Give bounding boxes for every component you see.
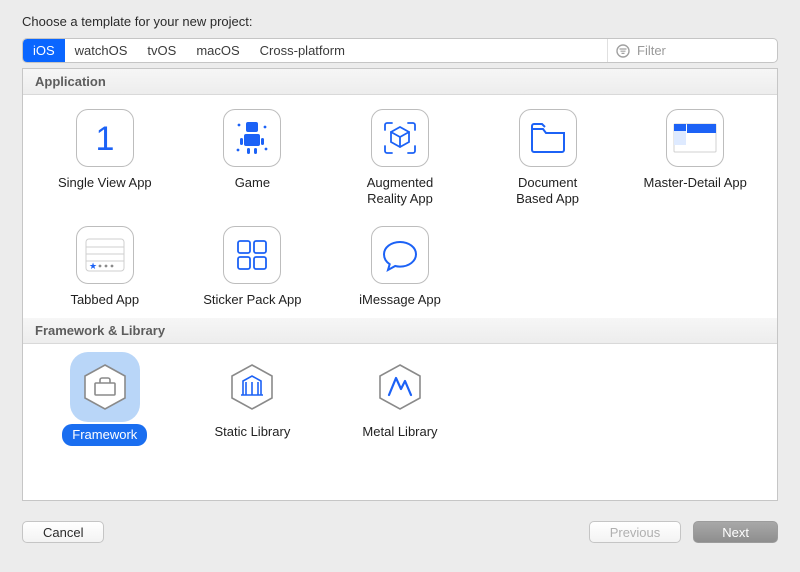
template-master-detail[interactable]: Master-Detail App — [621, 109, 769, 208]
template-ar-app[interactable]: Augmented Reality App — [326, 109, 474, 208]
template-framework[interactable]: Framework — [31, 358, 179, 446]
metal-library-icon — [371, 358, 429, 416]
template-label: Tabbed App — [70, 292, 139, 308]
template-label: Metal Library — [362, 424, 437, 440]
section-grid-framework: Framework Static Libr — [23, 344, 777, 456]
filter-icon — [616, 44, 630, 58]
section-header-framework: Framework & Library — [23, 318, 777, 344]
dialog-prompt: Choose a template for your new project: — [22, 14, 778, 29]
template-game[interactable]: Game — [179, 109, 327, 208]
tab-ios[interactable]: iOS — [23, 39, 65, 62]
dialog-footer: Cancel Previous Next — [0, 501, 800, 543]
section-grid-application: 1 Single View App — [23, 95, 777, 318]
tab-tvos[interactable]: tvOS — [137, 39, 186, 62]
template-sticker-pack[interactable]: Sticker Pack App — [179, 226, 327, 308]
previous-button: Previous — [589, 521, 682, 543]
document-icon — [519, 109, 577, 167]
tabbed-icon: ★ — [76, 226, 134, 284]
sticker-icon — [223, 226, 281, 284]
static-library-icon — [223, 358, 281, 416]
game-icon — [223, 109, 281, 167]
template-label: Game — [235, 175, 270, 191]
template-label: Augmented Reality App — [367, 175, 434, 208]
framework-icon — [76, 358, 134, 416]
template-label: Document Based App — [516, 175, 579, 208]
template-label: Single View App — [58, 175, 152, 191]
template-label: Framework — [62, 424, 147, 446]
template-metal-library[interactable]: Metal Library — [326, 358, 474, 446]
template-label: iMessage App — [359, 292, 441, 308]
template-panel: Application 1 Single View App — [22, 68, 778, 501]
template-tabbed-app[interactable]: ★ Tabbed App — [31, 226, 179, 308]
master-detail-icon — [666, 109, 724, 167]
template-imessage-app[interactable]: iMessage App — [326, 226, 474, 308]
section-header-application: Application — [23, 69, 777, 95]
platform-tabs: iOS watchOS tvOS macOS Cross-platform — [23, 39, 607, 62]
svg-text:★: ★ — [89, 261, 97, 271]
svg-text:1: 1 — [95, 120, 114, 158]
imessage-icon — [371, 226, 429, 284]
single-view-icon: 1 — [76, 109, 134, 167]
tab-crossplatform[interactable]: Cross-platform — [250, 39, 355, 62]
next-button[interactable]: Next — [693, 521, 778, 543]
template-label: Static Library — [214, 424, 290, 440]
template-label: Master-Detail App — [644, 175, 747, 191]
filter-input[interactable] — [635, 42, 755, 59]
template-static-library[interactable]: Static Library — [179, 358, 327, 446]
tab-watchos[interactable]: watchOS — [65, 39, 138, 62]
template-document-app[interactable]: Document Based App — [474, 109, 622, 208]
arkit-icon — [371, 109, 429, 167]
tab-macos[interactable]: macOS — [186, 39, 249, 62]
template-label: Sticker Pack App — [203, 292, 301, 308]
filter-box[interactable] — [607, 39, 777, 62]
platform-toolbar: iOS watchOS tvOS macOS Cross-platform — [22, 38, 778, 63]
template-single-view-app[interactable]: 1 Single View App — [31, 109, 179, 208]
cancel-button[interactable]: Cancel — [22, 521, 104, 543]
